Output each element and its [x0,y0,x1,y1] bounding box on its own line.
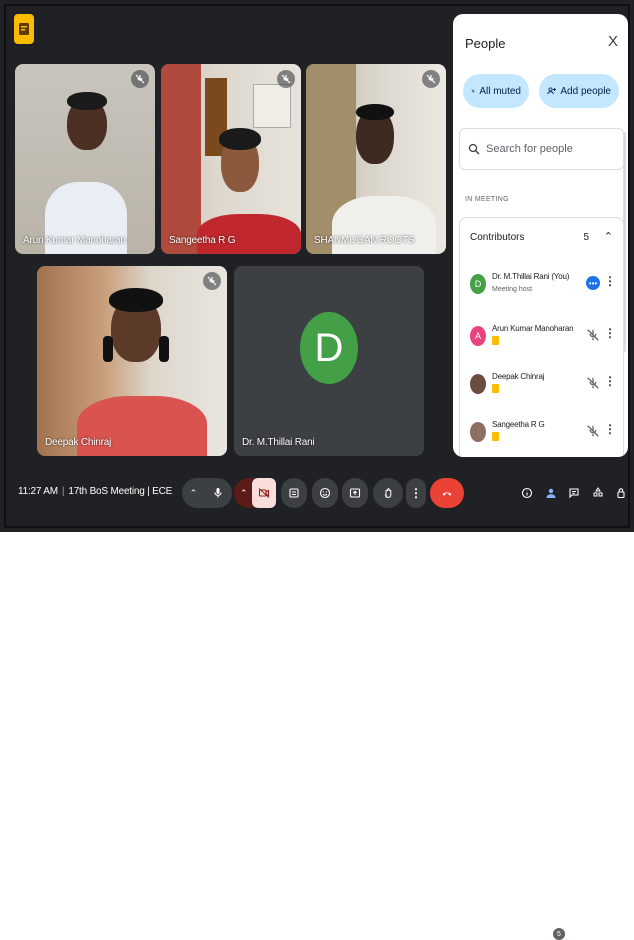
headphone-right [159,336,169,362]
contributors-section: Contributors 5 ⌃ D Dr. M.Thillai Rani (Y… [459,217,624,457]
camera-off-button[interactable] [252,478,276,508]
time-label: 11:27 AM [18,486,58,497]
person-name: Deepak Chinraj [492,372,545,381]
list-item[interactable]: A Arun Kumar Manoharan ⋮ [470,318,620,362]
participant-name: Arun Kumar Manoharan [23,235,126,246]
participant-name: Sangeetha R G [169,235,236,246]
present-button[interactable] [342,478,368,508]
more-options-icon[interactable]: ⋮ [406,478,426,508]
people-count-badge: 5 [553,928,565,940]
mic-icon[interactable] [212,487,224,499]
hand-icon [384,488,392,498]
video-tile-sangeetha[interactable]: Sangeetha R G [161,64,301,254]
list-item[interactable]: Sangeetha R G ⋮ [470,414,620,457]
reactions-button[interactable] [312,478,338,508]
presenter-badge-icon [492,384,499,393]
phone-hangup-icon [442,492,452,496]
in-meeting-label: IN MEETING [465,196,509,203]
search-icon [468,143,480,155]
chat-icon[interactable] [567,485,581,501]
mic-off-icon [586,328,600,342]
mic-off-icon [203,272,221,290]
search-people-input[interactable]: Search for people [459,128,624,170]
close-panel-button[interactable]: X [608,33,618,50]
leave-call-button[interactable] [430,478,464,508]
avatar [470,374,486,394]
avatar: D [300,312,358,384]
meeting-info-icon[interactable] [14,14,34,44]
scrollbar[interactable] [623,132,626,352]
video-tile-arun[interactable]: Arun Kumar Manoharan [15,64,155,254]
add-people-button[interactable]: Add people [539,74,619,108]
panel-title: People [465,36,506,51]
more-options-icon[interactable]: ⋮ [604,422,616,436]
mic-off-icon [471,89,475,93]
more-options-icon[interactable]: ⋮ [604,374,616,388]
mic-off-icon [586,376,600,390]
contributors-count: 5 [583,232,589,243]
all-muted-label: All muted [479,85,521,97]
headphone-left [103,336,113,362]
add-people-label: Add people [560,85,611,97]
video-tile-deepak[interactable]: Deepak Chinraj [37,266,227,456]
participant-name: Dr. M.Thillai Rani [242,437,315,448]
avatar: A [470,326,486,346]
person-role: Meeting host [492,286,533,293]
video-tile-shanmugan[interactable]: SHANMUGAN ROOTS [306,64,446,254]
avatar [470,422,486,442]
person-name: Arun Kumar Manoharan [492,324,574,333]
meeting-name: 17th BoS Meeting | ECE [68,486,173,497]
mic-off-icon [131,70,149,88]
presenter-badge-icon [492,432,499,441]
people-icon[interactable] [544,485,558,501]
chevron-up-icon[interactable]: ⌃ [604,230,613,243]
participant-figure [197,214,301,254]
chevron-up-icon[interactable]: ⌃ [190,488,198,499]
add-person-icon [547,87,556,95]
list-item[interactable]: D Dr. M.Thillai Rani (You) Meeting host … [470,266,620,310]
mic-off-icon [422,70,440,88]
all-muted-button[interactable]: All muted [463,74,529,108]
chevron-up-icon[interactable]: ⌃ [240,488,248,499]
mic-control[interactable]: ⌃ [182,478,232,508]
person-name: Sangeetha R G [492,420,545,429]
participant-name: SHANMUGAN ROOTS [314,235,415,246]
presenter-badge-icon [492,336,499,345]
contributors-label: Contributors [470,232,525,243]
video-tile-thillai-rani[interactable]: D Dr. M.Thillai Rani [234,266,424,456]
search-placeholder: Search for people [486,143,573,155]
wall-chart [253,84,291,128]
more-options-icon[interactable]: ⋮ [604,274,616,288]
emoji-icon [319,487,331,499]
raise-hand-button[interactable] [373,478,403,508]
participant-name: Deepak Chinraj [45,437,112,448]
meeting-details: 11:27 AM | 17th BoS Meeting | ECE [18,486,173,497]
present-screen-icon [349,488,361,498]
control-bar: 11:27 AM|17th BoS Meeting | ECE ⌃ ⌃ ⋮ [0,466,634,940]
more-options-icon[interactable]: ⋮ [604,326,616,340]
people-panel: People X All muted Add people Search for… [453,14,628,457]
person-name: Dr. M.Thillai Rani (You) [492,272,570,281]
list-item[interactable]: Deepak Chinraj ⋮ [470,366,620,410]
participant-hair [356,104,394,120]
speaking-indicator-icon: ••• [586,276,600,290]
mic-off-icon [586,424,600,438]
video-off-icon [258,488,270,498]
captions-button[interactable] [281,478,307,508]
avatar: D [470,274,486,294]
captions-icon [289,488,299,498]
red-wall [161,64,201,254]
mic-off-icon [277,70,295,88]
meet-window: Arun Kumar Manoharan Sangeetha R G SHANM… [0,0,634,940]
meeting-details-icon[interactable] [520,485,534,501]
participant-hair [109,288,163,312]
host-controls-icon[interactable] [614,485,628,501]
activities-icon[interactable] [591,485,605,501]
participant-hair [219,128,261,150]
participant-hair [67,92,107,110]
